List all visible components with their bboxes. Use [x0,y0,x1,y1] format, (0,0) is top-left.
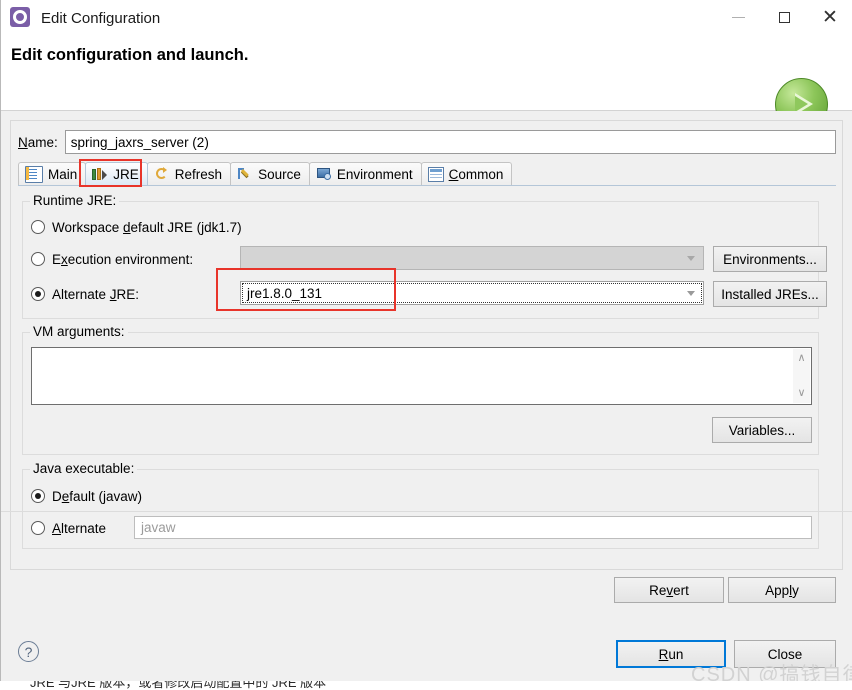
radio-indicator [31,220,45,234]
radio-alternate-javaw[interactable]: Alternate [31,518,106,538]
alternate-executable-placeholder: javaw [141,520,176,535]
chevron-up-icon[interactable]: ∧ [797,353,805,364]
help-icon[interactable]: ? [18,641,39,662]
radio-workspace-default-jre[interactable]: Workspace default JRE (jdk1.7) [31,217,242,237]
header-decoration [693,36,852,110]
radio-indicator [31,287,45,301]
grid-icon [427,166,444,182]
name-input[interactable] [64,130,836,154]
radio-execution-environment[interactable]: Execution environment: [31,249,193,269]
radio-indicator [31,489,45,503]
bottom-cut-text: JRE 与JRE 版本，或者修改启动配置中的 JRE 版本 [0,681,852,690]
revert-button[interactable]: Revert [614,577,724,603]
divider-top [1,511,852,512]
vm-arguments-group: VM arguments: ∧ ∨ Variables... [22,324,819,455]
maximize-button[interactable] [761,0,807,34]
tab-source[interactable]: Source [230,162,310,185]
vm-arguments-textarea[interactable]: ∧ ∨ [31,347,812,405]
alternate-jre-value: jre1.8.0_131 [247,285,323,301]
minimize-button[interactable] [715,0,761,34]
radio-label: Alternate [52,520,107,536]
window-controls: ✕ [715,0,852,36]
chevron-down-icon [687,290,695,296]
gear-icon [10,7,32,29]
chevron-down-icon[interactable]: ∨ [797,388,805,399]
page-title: Edit configuration and launch. [11,46,249,64]
radio-label: Execution environment: [52,251,194,267]
name-label: Name: [18,134,58,150]
java-executable-group-title: Java executable: [30,461,138,476]
radio-alternate-jre[interactable]: Alternate JRE: [31,284,139,304]
books-icon [92,167,108,182]
apply-button[interactable]: Apply [728,577,836,603]
tab-label: Common [448,166,504,182]
tab-refresh[interactable]: Refresh [146,162,232,185]
tab-common[interactable]: Common [420,162,513,185]
pencil-icon [237,167,253,182]
monitor-icon [316,167,332,182]
refresh-icon [154,166,170,182]
alternate-jre-combobox[interactable]: jre1.8.0_131 [240,281,704,305]
vm-arguments-scrollbar[interactable]: ∧ ∨ [793,349,810,403]
runtime-jre-group-title: Runtime JRE: [30,193,120,208]
tab-main[interactable]: Main [18,162,87,185]
tab-label: Main [48,166,78,182]
window-title: Edit Configuration [41,9,161,27]
header-band: Edit configuration and launch. [1,36,852,131]
edit-configuration-dialog: Edit Configuration ✕ Edit configuration … [0,0,852,690]
variables-button[interactable]: Variables... [712,417,812,443]
title-bar: Edit Configuration ✕ [1,0,852,36]
radio-indicator [31,252,45,266]
installed-jres-button[interactable]: Installed JREs... [713,281,827,307]
dialog-content: Name: Main JRE Refresh [1,111,852,626]
tab-strip: Main JRE Refresh Source Environment Comm… [18,162,836,186]
tab-label: Source [258,166,301,182]
tab-environment[interactable]: Environment [308,162,422,185]
name-row: Name: [18,130,836,154]
close-window-button[interactable]: ✕ [807,0,852,36]
chevron-down-icon [687,255,695,261]
environments-button[interactable]: Environments... [713,246,827,272]
tab-label: Environment [336,166,413,182]
alternate-executable-input[interactable]: javaw [134,516,812,539]
vm-arguments-group-title: VM arguments: [30,324,128,339]
document-icon [25,165,43,183]
tab-label: JRE [113,166,139,182]
radio-label: Default (javaw) [52,488,143,504]
radio-indicator [31,521,45,535]
radio-default-javaw[interactable]: Default (javaw) [31,486,142,506]
runtime-jre-group: Runtime JRE: Workspace default JRE (jdk1… [22,193,827,319]
java-executable-group: Java executable: Default (javaw) Alterna… [22,461,819,549]
tab-jre[interactable]: JRE [85,162,148,185]
execution-environment-combobox [240,246,704,270]
radio-label: Alternate JRE: [52,286,140,302]
configuration-panel: Name: Main JRE Refresh [10,120,843,570]
tab-label: Refresh [174,166,223,182]
radio-label: Workspace default JRE (jdk1.7) [52,219,242,235]
